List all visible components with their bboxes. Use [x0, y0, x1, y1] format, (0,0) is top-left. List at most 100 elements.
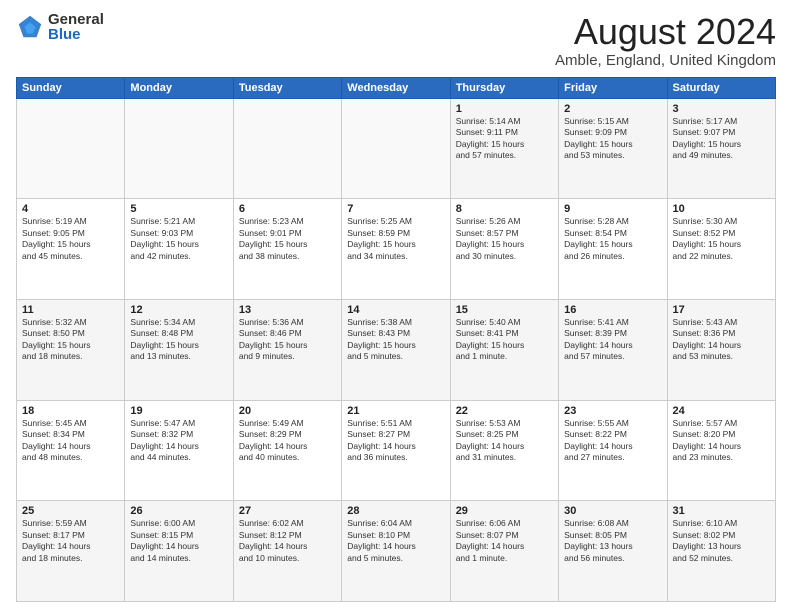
day-number: 12 [130, 304, 227, 316]
day-info: Sunrise: 5:47 AM Sunset: 8:32 PM Dayligh… [130, 418, 227, 464]
day-info: Sunrise: 5:51 AM Sunset: 8:27 PM Dayligh… [347, 418, 444, 464]
calendar-cell: 17Sunrise: 5:43 AM Sunset: 8:36 PM Dayli… [667, 299, 775, 400]
day-number: 21 [347, 405, 444, 417]
calendar-cell: 18Sunrise: 5:45 AM Sunset: 8:34 PM Dayli… [17, 400, 125, 501]
calendar-cell: 15Sunrise: 5:40 AM Sunset: 8:41 PM Dayli… [450, 299, 558, 400]
calendar-cell: 14Sunrise: 5:38 AM Sunset: 8:43 PM Dayli… [342, 299, 450, 400]
day-number: 18 [22, 405, 119, 417]
day-info: Sunrise: 5:32 AM Sunset: 8:50 PM Dayligh… [22, 317, 119, 363]
day-number: 1 [456, 103, 553, 115]
calendar-cell: 5Sunrise: 5:21 AM Sunset: 9:03 PM Daylig… [125, 199, 233, 300]
page: General Blue August 2024 Amble, England,… [0, 0, 792, 612]
calendar-cell: 31Sunrise: 6:10 AM Sunset: 8:02 PM Dayli… [667, 501, 775, 602]
calendar-week-row: 1Sunrise: 5:14 AM Sunset: 9:11 PM Daylig… [17, 98, 776, 199]
calendar-week-row: 4Sunrise: 5:19 AM Sunset: 9:05 PM Daylig… [17, 199, 776, 300]
calendar-cell: 27Sunrise: 6:02 AM Sunset: 8:12 PM Dayli… [233, 501, 341, 602]
day-info: Sunrise: 5:28 AM Sunset: 8:54 PM Dayligh… [564, 216, 661, 262]
month-year-title: August 2024 [555, 12, 776, 52]
day-info: Sunrise: 5:15 AM Sunset: 9:09 PM Dayligh… [564, 116, 661, 162]
day-info: Sunrise: 5:30 AM Sunset: 8:52 PM Dayligh… [673, 216, 770, 262]
weekday-header-saturday: Saturday [667, 77, 775, 98]
day-number: 2 [564, 103, 661, 115]
day-info: Sunrise: 6:10 AM Sunset: 8:02 PM Dayligh… [673, 518, 770, 564]
weekday-header-wednesday: Wednesday [342, 77, 450, 98]
calendar-cell: 20Sunrise: 5:49 AM Sunset: 8:29 PM Dayli… [233, 400, 341, 501]
day-info: Sunrise: 5:26 AM Sunset: 8:57 PM Dayligh… [456, 216, 553, 262]
day-info: Sunrise: 5:57 AM Sunset: 8:20 PM Dayligh… [673, 418, 770, 464]
calendar-cell: 9Sunrise: 5:28 AM Sunset: 8:54 PM Daylig… [559, 199, 667, 300]
day-info: Sunrise: 5:21 AM Sunset: 9:03 PM Dayligh… [130, 216, 227, 262]
day-number: 23 [564, 405, 661, 417]
weekday-header-tuesday: Tuesday [233, 77, 341, 98]
day-info: Sunrise: 5:40 AM Sunset: 8:41 PM Dayligh… [456, 317, 553, 363]
day-info: Sunrise: 5:36 AM Sunset: 8:46 PM Dayligh… [239, 317, 336, 363]
calendar-week-row: 25Sunrise: 5:59 AM Sunset: 8:17 PM Dayli… [17, 501, 776, 602]
day-info: Sunrise: 5:23 AM Sunset: 9:01 PM Dayligh… [239, 216, 336, 262]
logo-blue-label: Blue [48, 27, 104, 42]
calendar-cell [17, 98, 125, 199]
day-number: 10 [673, 203, 770, 215]
day-number: 26 [130, 505, 227, 517]
day-number: 9 [564, 203, 661, 215]
calendar-cell: 16Sunrise: 5:41 AM Sunset: 8:39 PM Dayli… [559, 299, 667, 400]
calendar-cell: 24Sunrise: 5:57 AM Sunset: 8:20 PM Dayli… [667, 400, 775, 501]
day-number: 13 [239, 304, 336, 316]
day-info: Sunrise: 5:43 AM Sunset: 8:36 PM Dayligh… [673, 317, 770, 363]
day-info: Sunrise: 6:02 AM Sunset: 8:12 PM Dayligh… [239, 518, 336, 564]
calendar-header-row: SundayMondayTuesdayWednesdayThursdayFrid… [17, 77, 776, 98]
day-number: 25 [22, 505, 119, 517]
day-info: Sunrise: 5:41 AM Sunset: 8:39 PM Dayligh… [564, 317, 661, 363]
day-number: 4 [22, 203, 119, 215]
logo-icon [16, 13, 44, 41]
day-number: 8 [456, 203, 553, 215]
day-info: Sunrise: 5:45 AM Sunset: 8:34 PM Dayligh… [22, 418, 119, 464]
title-area: August 2024 Amble, England, United Kingd… [555, 12, 776, 69]
calendar-cell: 7Sunrise: 5:25 AM Sunset: 8:59 PM Daylig… [342, 199, 450, 300]
day-number: 31 [673, 505, 770, 517]
weekday-header-sunday: Sunday [17, 77, 125, 98]
day-info: Sunrise: 5:19 AM Sunset: 9:05 PM Dayligh… [22, 216, 119, 262]
calendar-cell: 11Sunrise: 5:32 AM Sunset: 8:50 PM Dayli… [17, 299, 125, 400]
day-info: Sunrise: 5:55 AM Sunset: 8:22 PM Dayligh… [564, 418, 661, 464]
day-info: Sunrise: 5:38 AM Sunset: 8:43 PM Dayligh… [347, 317, 444, 363]
calendar-cell: 26Sunrise: 6:00 AM Sunset: 8:15 PM Dayli… [125, 501, 233, 602]
location-subtitle: Amble, England, United Kingdom [555, 52, 776, 69]
day-number: 24 [673, 405, 770, 417]
calendar-cell: 22Sunrise: 5:53 AM Sunset: 8:25 PM Dayli… [450, 400, 558, 501]
day-number: 15 [456, 304, 553, 316]
logo-text: General Blue [48, 12, 104, 42]
day-info: Sunrise: 6:04 AM Sunset: 8:10 PM Dayligh… [347, 518, 444, 564]
calendar-cell: 12Sunrise: 5:34 AM Sunset: 8:48 PM Dayli… [125, 299, 233, 400]
day-info: Sunrise: 5:49 AM Sunset: 8:29 PM Dayligh… [239, 418, 336, 464]
day-info: Sunrise: 5:25 AM Sunset: 8:59 PM Dayligh… [347, 216, 444, 262]
day-number: 17 [673, 304, 770, 316]
day-number: 16 [564, 304, 661, 316]
day-number: 22 [456, 405, 553, 417]
day-number: 5 [130, 203, 227, 215]
header: General Blue August 2024 Amble, England,… [16, 12, 776, 69]
weekday-header-thursday: Thursday [450, 77, 558, 98]
calendar-cell: 4Sunrise: 5:19 AM Sunset: 9:05 PM Daylig… [17, 199, 125, 300]
day-number: 28 [347, 505, 444, 517]
calendar-cell: 1Sunrise: 5:14 AM Sunset: 9:11 PM Daylig… [450, 98, 558, 199]
calendar-cell: 28Sunrise: 6:04 AM Sunset: 8:10 PM Dayli… [342, 501, 450, 602]
calendar-week-row: 11Sunrise: 5:32 AM Sunset: 8:50 PM Dayli… [17, 299, 776, 400]
calendar-table: SundayMondayTuesdayWednesdayThursdayFrid… [16, 77, 776, 602]
day-info: Sunrise: 5:17 AM Sunset: 9:07 PM Dayligh… [673, 116, 770, 162]
day-info: Sunrise: 6:08 AM Sunset: 8:05 PM Dayligh… [564, 518, 661, 564]
calendar-cell: 21Sunrise: 5:51 AM Sunset: 8:27 PM Dayli… [342, 400, 450, 501]
day-number: 3 [673, 103, 770, 115]
calendar-cell: 19Sunrise: 5:47 AM Sunset: 8:32 PM Dayli… [125, 400, 233, 501]
calendar-cell: 13Sunrise: 5:36 AM Sunset: 8:46 PM Dayli… [233, 299, 341, 400]
weekday-header-friday: Friday [559, 77, 667, 98]
day-number: 6 [239, 203, 336, 215]
day-info: Sunrise: 5:59 AM Sunset: 8:17 PM Dayligh… [22, 518, 119, 564]
calendar-cell: 10Sunrise: 5:30 AM Sunset: 8:52 PM Dayli… [667, 199, 775, 300]
day-number: 14 [347, 304, 444, 316]
calendar-cell: 6Sunrise: 5:23 AM Sunset: 9:01 PM Daylig… [233, 199, 341, 300]
calendar-cell [233, 98, 341, 199]
day-number: 27 [239, 505, 336, 517]
calendar-cell [342, 98, 450, 199]
calendar-cell: 23Sunrise: 5:55 AM Sunset: 8:22 PM Dayli… [559, 400, 667, 501]
calendar-cell: 8Sunrise: 5:26 AM Sunset: 8:57 PM Daylig… [450, 199, 558, 300]
